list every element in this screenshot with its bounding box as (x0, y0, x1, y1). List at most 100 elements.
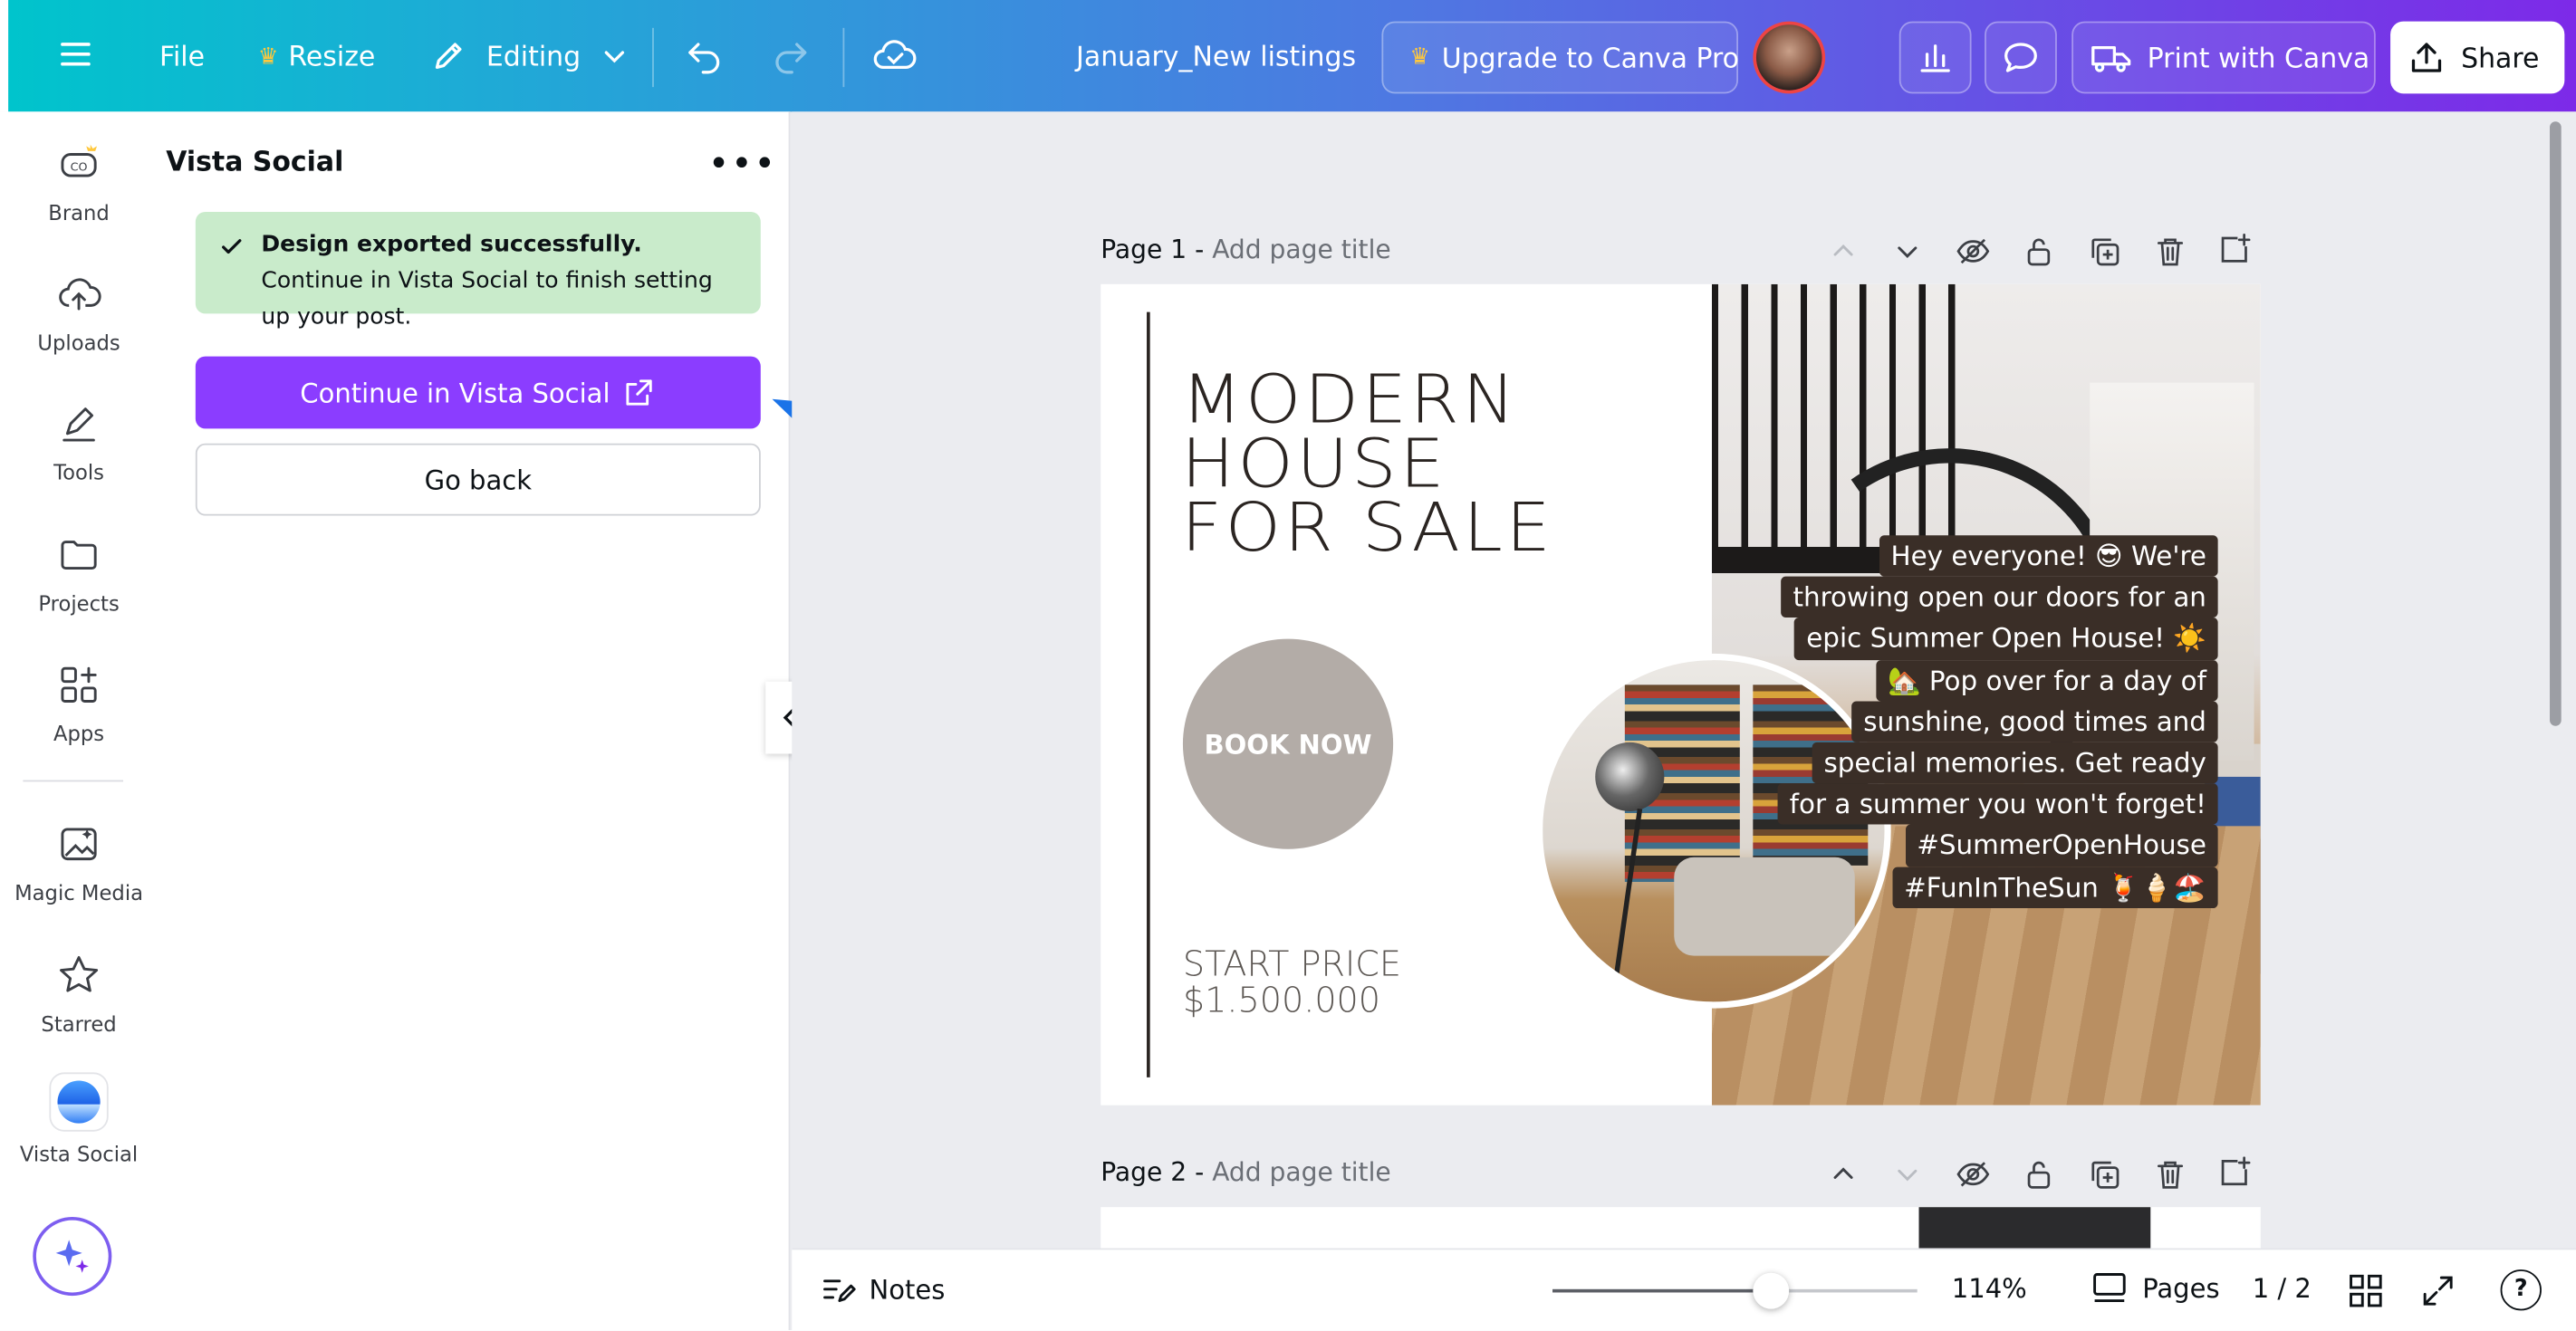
notes-button[interactable]: Notes (820, 1271, 945, 1307)
bar-chart-icon (1920, 44, 1950, 72)
page-label: Page 2 - (1101, 1157, 1205, 1188)
print-with-canva-button[interactable]: Print with Canva (2071, 21, 2376, 94)
rail-item-magic-media[interactable]: Magic Media (8, 819, 149, 905)
page-title-input[interactable]: Add page title (1212, 1158, 1391, 1188)
fullscreen-icon[interactable] (2418, 1271, 2458, 1311)
zoom-percentage[interactable]: 114% (1952, 1273, 2027, 1304)
headline-line: FOR SALE (1181, 489, 1554, 568)
lock-page-icon[interactable] (2021, 1156, 2057, 1192)
design-page-2[interactable] (1101, 1207, 2261, 1250)
move-down-icon[interactable] (1892, 236, 1922, 266)
svg-text:CO: CO (71, 160, 88, 174)
vista-social-logo (51, 1074, 107, 1130)
rail-label: Tools (53, 459, 104, 485)
hamburger-menu-icon[interactable] (57, 36, 93, 72)
zoom-track-fill (1552, 1288, 1772, 1293)
side-navigation: CO Brand Uploads Tools Projects Apps Mag… (0, 111, 143, 1331)
move-up-icon[interactable] (1829, 1160, 1859, 1190)
delete-page-icon[interactable] (2152, 1156, 2188, 1192)
continue-in-vista-social-button[interactable]: Continue in Vista Social (195, 356, 761, 429)
rail-item-starred[interactable]: Starred (8, 951, 149, 1037)
vertical-scrollbar[interactable] (2550, 121, 2562, 726)
share-button[interactable]: Share (2390, 21, 2565, 94)
cloud-saved-icon[interactable] (872, 38, 918, 74)
help-icon[interactable]: ? (2500, 1269, 2542, 1311)
rail-item-tools[interactable]: Tools (8, 399, 149, 484)
rail-item-vista-social[interactable]: Vista Social (8, 1074, 149, 1166)
pen-tool-icon (62, 407, 95, 442)
book-now-label: BOOK NOW (1204, 728, 1372, 760)
zoom-slider-thumb[interactable] (1753, 1272, 1790, 1309)
design-page-1[interactable]: MODERN HOUSE FOR SALE BOOK NOW START PRI… (1101, 283, 2261, 1106)
pencil-icon (435, 43, 462, 69)
rail-item-apps[interactable]: Apps (8, 660, 149, 745)
rail-item-projects[interactable]: Projects (8, 531, 149, 616)
grid-view-icon[interactable] (2346, 1271, 2386, 1311)
caption-overlay[interactable]: Hey everyone! 😎 We're throwing open our d… (1777, 535, 2218, 908)
avatar[interactable] (1753, 21, 1826, 94)
plus-icon (1833, 44, 1860, 71)
editing-mode-dropdown[interactable]: Editing (430, 38, 629, 74)
rail-label: Vista Social (19, 1141, 139, 1166)
rail-label: Projects (38, 590, 120, 617)
move-up-icon[interactable] (1829, 236, 1859, 266)
add-page-icon[interactable] (2216, 1154, 2253, 1191)
start-price-label: START PRICE (1182, 943, 1401, 984)
page-counter: 1 / 2 (2252, 1272, 2312, 1305)
comments-button[interactable] (1985, 21, 2057, 94)
page-title-input[interactable]: Add page title (1212, 235, 1391, 264)
goback-label: Go back (424, 464, 533, 495)
undo-icon[interactable] (685, 38, 725, 74)
move-down-icon[interactable] (1892, 1160, 1922, 1190)
folder-icon (61, 541, 97, 570)
document-title[interactable]: January_New listings (1076, 41, 1356, 72)
delete-page-icon[interactable] (2152, 234, 2188, 270)
duplicate-page-icon[interactable] (2087, 1156, 2123, 1192)
print-label: Print with Canva (2147, 42, 2370, 73)
hide-page-icon[interactable] (1955, 1156, 1991, 1192)
apps-grid-icon (61, 666, 97, 703)
notes-label: Notes (869, 1273, 946, 1306)
caption-line: sunshine, good times and (1851, 701, 2218, 742)
add-page-icon[interactable] (2216, 232, 2253, 268)
zoom-slider[interactable] (1552, 1272, 1918, 1309)
cloud-upload-icon (59, 278, 101, 311)
hide-page-icon[interactable] (1955, 234, 1991, 270)
file-menu[interactable]: File (159, 41, 205, 72)
headline-line: MODERN (1181, 361, 1519, 440)
headline[interactable]: MODERN HOUSE FOR SALE (1181, 361, 1554, 568)
pages-label: Pages (2142, 1271, 2220, 1304)
success-message: Design exported successfully. Continue i… (261, 226, 747, 335)
insights-button[interactable] (1898, 21, 1972, 94)
toolbar-divider (652, 27, 654, 88)
go-back-button[interactable]: Go back (195, 443, 761, 516)
rail-divider (23, 780, 124, 782)
price-value: $1.500.000 (1182, 980, 1381, 1020)
rail-item-uploads[interactable]: Uploads (8, 269, 149, 355)
rail-item-brand[interactable]: CO Brand (8, 139, 149, 225)
magic-assistant-button[interactable] (33, 1217, 112, 1297)
resize-label: Resize (288, 41, 376, 72)
redo-icon[interactable] (771, 38, 811, 74)
caption-text: Hey everyone! 😎 We're throwing open our d… (1777, 535, 2218, 908)
share-label: Share (2461, 42, 2540, 73)
crown-icon: ♛ (257, 43, 279, 71)
star-icon (60, 955, 99, 992)
rail-label: Brand (48, 200, 110, 225)
pages-button[interactable]: Pages (2090, 1269, 2220, 1306)
headline-line: HOUSE (1181, 426, 1448, 504)
toolbar-divider (842, 27, 845, 88)
comment-icon (2004, 43, 2037, 72)
upgrade-button[interactable]: ♛ Upgrade to Canva Pro (1381, 21, 1739, 94)
chevron-down-icon (605, 51, 625, 63)
price-block[interactable]: START PRICE $1.500.000 (1183, 946, 1401, 1019)
book-now-badge[interactable]: BOOK NOW (1182, 638, 1394, 849)
editing-label: Editing (485, 40, 582, 72)
more-options-icon[interactable]: ••• (708, 145, 777, 186)
rail-label: Apps (53, 721, 105, 746)
checkmark-icon (222, 239, 242, 254)
rail-label: Magic Media (14, 880, 144, 905)
lock-page-icon[interactable] (2021, 234, 2057, 270)
resize-button[interactable]: ♛ Resize (258, 41, 376, 72)
duplicate-page-icon[interactable] (2087, 234, 2123, 270)
